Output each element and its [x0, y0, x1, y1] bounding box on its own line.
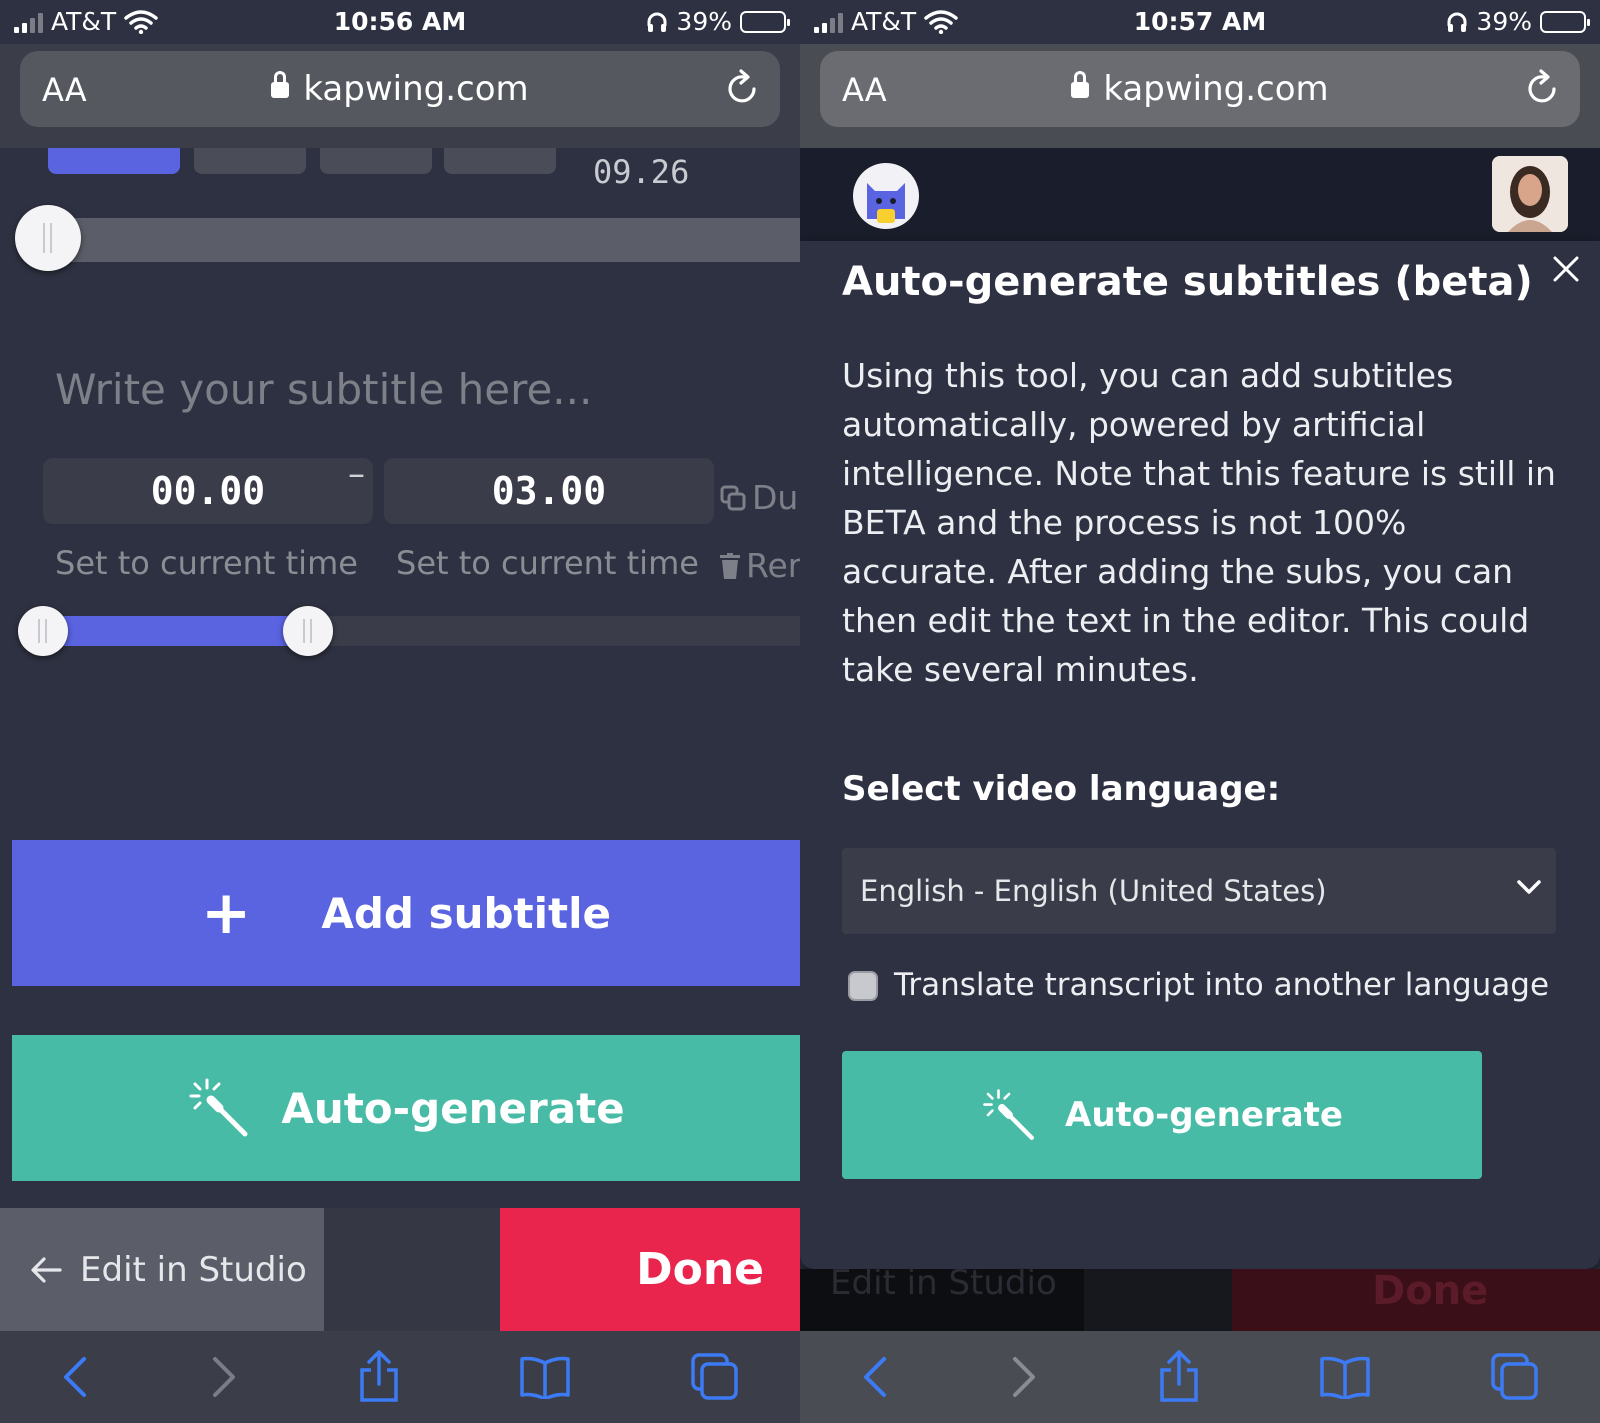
status-right: 39% [646, 7, 790, 36]
safari-toolbar [800, 1331, 1600, 1423]
url-domain: kapwing.com [20, 69, 780, 109]
remove-label: Rer [746, 546, 800, 585]
subtitle-tab[interactable] [320, 148, 432, 174]
kapwing-header [800, 148, 1600, 241]
duplicate-button[interactable]: Du [720, 478, 798, 517]
dimmed-edit-in-studio: Edit in Studio [830, 1263, 1057, 1303]
status-right: 39% [1446, 7, 1590, 36]
tabs-icon[interactable] [1490, 1352, 1540, 1402]
editor-bottom-bar: Edit in Studio Done [0, 1208, 800, 1331]
video-scrubber-handle[interactable] [15, 205, 81, 271]
subtitle-tab[interactable] [444, 148, 556, 174]
right-screenshot: AT&T 10:57 AM 39% AA kapwing.com Auto-ge… [800, 0, 1600, 1423]
battery-icon [1540, 10, 1590, 33]
video-scrubber-track[interactable] [50, 218, 800, 262]
set-end-current-time[interactable]: Set to current time [396, 544, 699, 582]
dimmed-spacer [1084, 1269, 1232, 1331]
domain-text: kapwing.com [1103, 69, 1329, 109]
close-icon[interactable] [1552, 255, 1580, 283]
end-time-input[interactable]: 03.00 [384, 458, 714, 524]
time-separator: – [348, 454, 365, 494]
safari-url-area: AA kapwing.com [800, 44, 1600, 148]
left-screenshot: AT&T 10:56 AM 39% AA kapwing.com 09.26 W… [0, 0, 800, 1423]
battery-percent: 39% [1476, 7, 1532, 36]
chevron-down-icon [1517, 880, 1541, 894]
bookmarks-icon[interactable] [519, 1355, 571, 1399]
video-duration: 09.26 [593, 153, 690, 191]
auto-generate-modal: Auto-generate subtitles (beta) Using thi… [800, 241, 1600, 1269]
forward-icon[interactable] [209, 1355, 239, 1399]
set-start-current-time[interactable]: Set to current time [55, 544, 358, 582]
reload-icon[interactable] [724, 69, 760, 107]
trash-icon [720, 552, 740, 579]
translate-label: Translate transcript into another langua… [894, 967, 1550, 1003]
url-domain: kapwing.com [820, 69, 1580, 109]
start-time-input[interactable]: 00.00 [43, 458, 373, 524]
kapwing-logo[interactable] [853, 163, 919, 229]
done-button[interactable]: Done [500, 1208, 800, 1331]
avatar-portrait-icon [1492, 156, 1568, 232]
magic-wand-icon [983, 1089, 1034, 1140]
headphones-icon [647, 12, 667, 32]
arrow-left-icon [31, 1256, 62, 1283]
modal-auto-generate-label: Auto-generate [1065, 1095, 1343, 1135]
back-icon[interactable] [860, 1355, 890, 1399]
range-start-handle[interactable] [18, 606, 68, 656]
subtitle-tab[interactable] [194, 148, 306, 174]
forward-icon[interactable] [1009, 1355, 1039, 1399]
domain-text: kapwing.com [303, 69, 529, 109]
bookmarks-icon[interactable] [1319, 1355, 1371, 1399]
status-bar: AT&T 10:56 AM 39% [0, 0, 800, 44]
subtitle-text-input[interactable]: Write your subtitle here... [55, 365, 592, 414]
add-subtitle-button[interactable]: + Add subtitle [12, 840, 800, 986]
edit-in-studio-button[interactable]: Edit in Studio [0, 1208, 324, 1331]
battery-percent: 39% [676, 7, 732, 36]
url-bar[interactable]: AA kapwing.com [820, 51, 1580, 127]
auto-generate-label: Auto-generate [281, 1083, 625, 1133]
duplicate-label: Du [752, 478, 799, 517]
subtitle-tab-active[interactable] [48, 148, 180, 174]
modal-title: Auto-generate subtitles (beta) [842, 259, 1533, 305]
tabs-icon[interactable] [690, 1352, 740, 1402]
dimmed-bottom-bar: Edit in Studio Done [800, 1263, 1600, 1331]
modal-auto-generate-button[interactable]: Auto-generate [842, 1051, 1482, 1179]
url-bar[interactable]: AA kapwing.com [20, 51, 780, 127]
user-avatar[interactable] [1492, 156, 1568, 232]
range-end-handle[interactable] [283, 606, 333, 656]
magic-wand-icon [189, 1078, 248, 1137]
battery-icon [740, 10, 790, 33]
translate-checkbox[interactable] [848, 971, 878, 1001]
edit-in-studio-label: Edit in Studio [80, 1249, 307, 1290]
status-bar: AT&T 10:57 AM 39% [800, 0, 1600, 44]
lock-icon [271, 71, 290, 98]
headphones-icon [1447, 12, 1467, 32]
copy-icon [720, 485, 746, 510]
auto-generate-button[interactable]: Auto-generate [12, 1035, 800, 1181]
dimmed-done: Done [1232, 1269, 1600, 1331]
safari-url-area: AA kapwing.com [0, 44, 800, 148]
done-label: Done [636, 1244, 764, 1295]
share-icon[interactable] [358, 1350, 400, 1404]
language-label: Select video language: [842, 769, 1281, 809]
add-subtitle-label: Add subtitle [321, 888, 611, 938]
language-select[interactable]: English - English (United States) [842, 848, 1556, 934]
safari-toolbar [0, 1331, 800, 1423]
reload-icon[interactable] [1524, 69, 1560, 107]
subtitle-range-fill [44, 616, 309, 646]
modal-description: Using this tool, you can add subtitles a… [842, 356, 1556, 689]
share-icon[interactable] [1158, 1350, 1200, 1404]
remove-button[interactable]: Rer [720, 546, 800, 585]
plus-icon: + [201, 878, 252, 948]
kapwing-cat-icon [867, 183, 905, 223]
language-select-value: English - English (United States) [860, 874, 1327, 908]
back-icon[interactable] [60, 1355, 90, 1399]
lock-icon [1071, 71, 1090, 98]
